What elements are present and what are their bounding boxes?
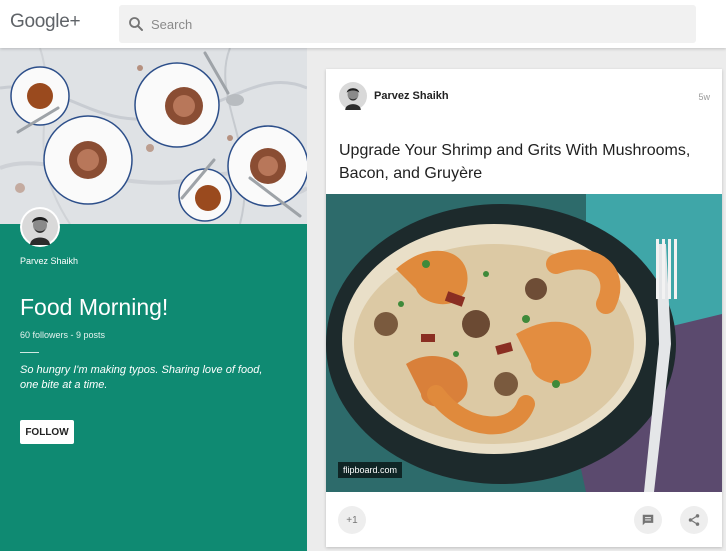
author-avatar[interactable] [339, 82, 367, 110]
owner-name[interactable]: Parvez Shaikh [20, 256, 78, 266]
post-card: Parvez Shaikh 5w Upgrade Your Shrimp and… [326, 69, 722, 547]
collection-cover-image [0, 48, 307, 224]
source-badge[interactable]: flipboard.com [338, 462, 403, 478]
post-author-name[interactable]: Parvez Shaikh [374, 90, 449, 102]
post-image[interactable]: flipboard.com [326, 194, 722, 492]
collection-stats: 60 followers - 9 posts [20, 330, 106, 340]
search-box[interactable] [119, 5, 696, 43]
divider [20, 352, 39, 353]
share-button[interactable] [680, 506, 708, 534]
search-input[interactable] [151, 5, 671, 43]
collection-description: So hungry I'm making typos. Sharing love… [20, 364, 263, 391]
follow-button[interactable]: FOLLOW [20, 420, 74, 444]
plus-one-button[interactable]: +1 [338, 506, 366, 534]
post-title[interactable]: Upgrade Your Shrimp and Grits With Mushr… [339, 139, 714, 185]
google-plus-logo[interactable]: Google+ [10, 11, 81, 33]
post-timestamp: 5w [698, 92, 710, 102]
top-bar: Google+ [0, 0, 726, 48]
comment-button[interactable] [634, 506, 662, 534]
comment-icon [642, 514, 654, 526]
collection-title: Food Morning! [20, 294, 169, 320]
share-icon [688, 514, 700, 526]
owner-avatar[interactable] [20, 207, 60, 247]
search-icon [129, 17, 143, 31]
collection-panel: Parvez Shaikh Food Morning! 60 followers… [0, 48, 307, 551]
